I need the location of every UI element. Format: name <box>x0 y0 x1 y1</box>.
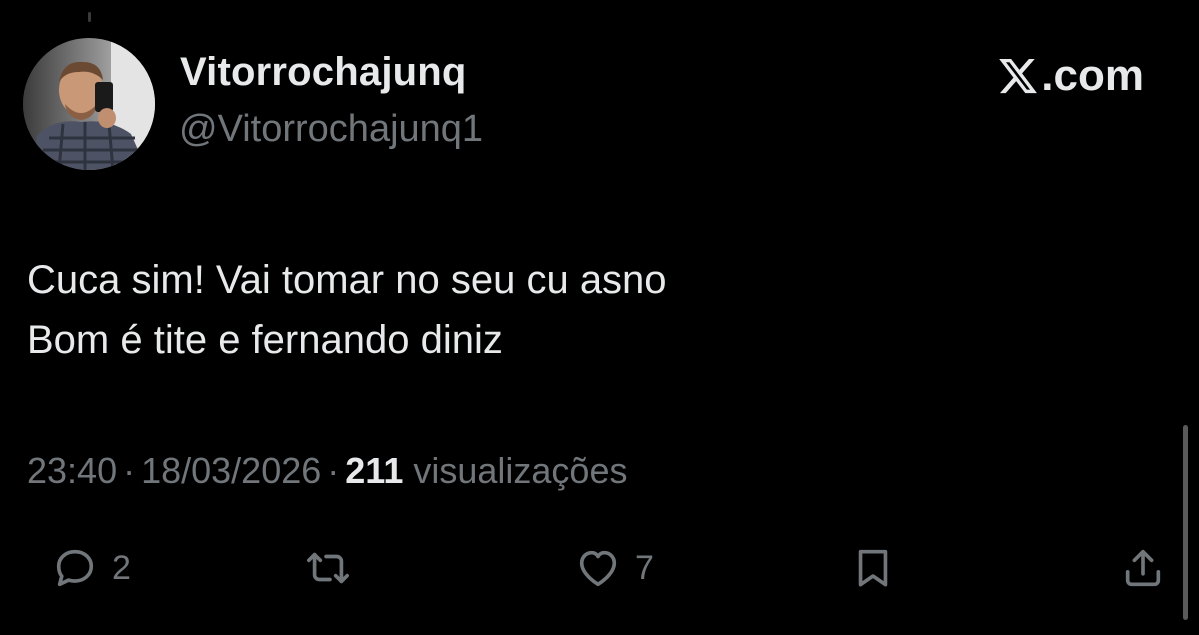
retweet-button[interactable] <box>305 540 365 596</box>
reply-icon <box>56 549 94 587</box>
like-button[interactable]: 7 <box>575 540 654 596</box>
retweet-icon <box>307 552 349 584</box>
views-count[interactable]: 211 <box>345 450 403 491</box>
meta-separator: · <box>123 450 136 491</box>
tweet-meta: 23:40 · 18/03/2026 · 211 visualizações <box>27 450 627 492</box>
display-name[interactable]: Vitorrochajunq <box>180 50 467 95</box>
reply-button[interactable]: 2 <box>52 540 131 596</box>
tweet-date[interactable]: 18/03/2026 <box>141 450 321 491</box>
tweet-time[interactable]: 23:40 <box>27 450 117 491</box>
views-label[interactable]: visualizações <box>413 450 627 491</box>
tweet-line: Cuca sim! Vai tomar no seu cu asno <box>27 258 667 302</box>
tweet-line: Bom é tite e fernando diniz <box>27 318 503 362</box>
avatar-photo <box>23 38 155 170</box>
meta-separator: · <box>327 450 340 491</box>
action-bar: 2 7 <box>0 540 1199 596</box>
brand-suffix: .com <box>1041 51 1144 100</box>
x-logo-icon <box>999 58 1038 94</box>
like-count: 7 <box>635 548 654 587</box>
share-button[interactable] <box>1120 540 1166 596</box>
scrollbar[interactable] <box>1183 425 1188 620</box>
bookmark-button[interactable] <box>850 540 896 596</box>
heart-icon <box>579 550 617 587</box>
tweet-text: Cuca sim! Vai tomar no seu cu asno Bom é… <box>27 250 667 370</box>
avatar[interactable] <box>23 38 155 170</box>
top-edge-mark <box>88 12 91 22</box>
x-com-watermark: .com <box>996 52 1144 100</box>
user-handle[interactable]: @Vitorrochajunq1 <box>179 108 483 151</box>
reply-count: 2 <box>112 548 131 587</box>
share-icon <box>1125 549 1161 587</box>
bookmark-icon <box>858 549 888 587</box>
